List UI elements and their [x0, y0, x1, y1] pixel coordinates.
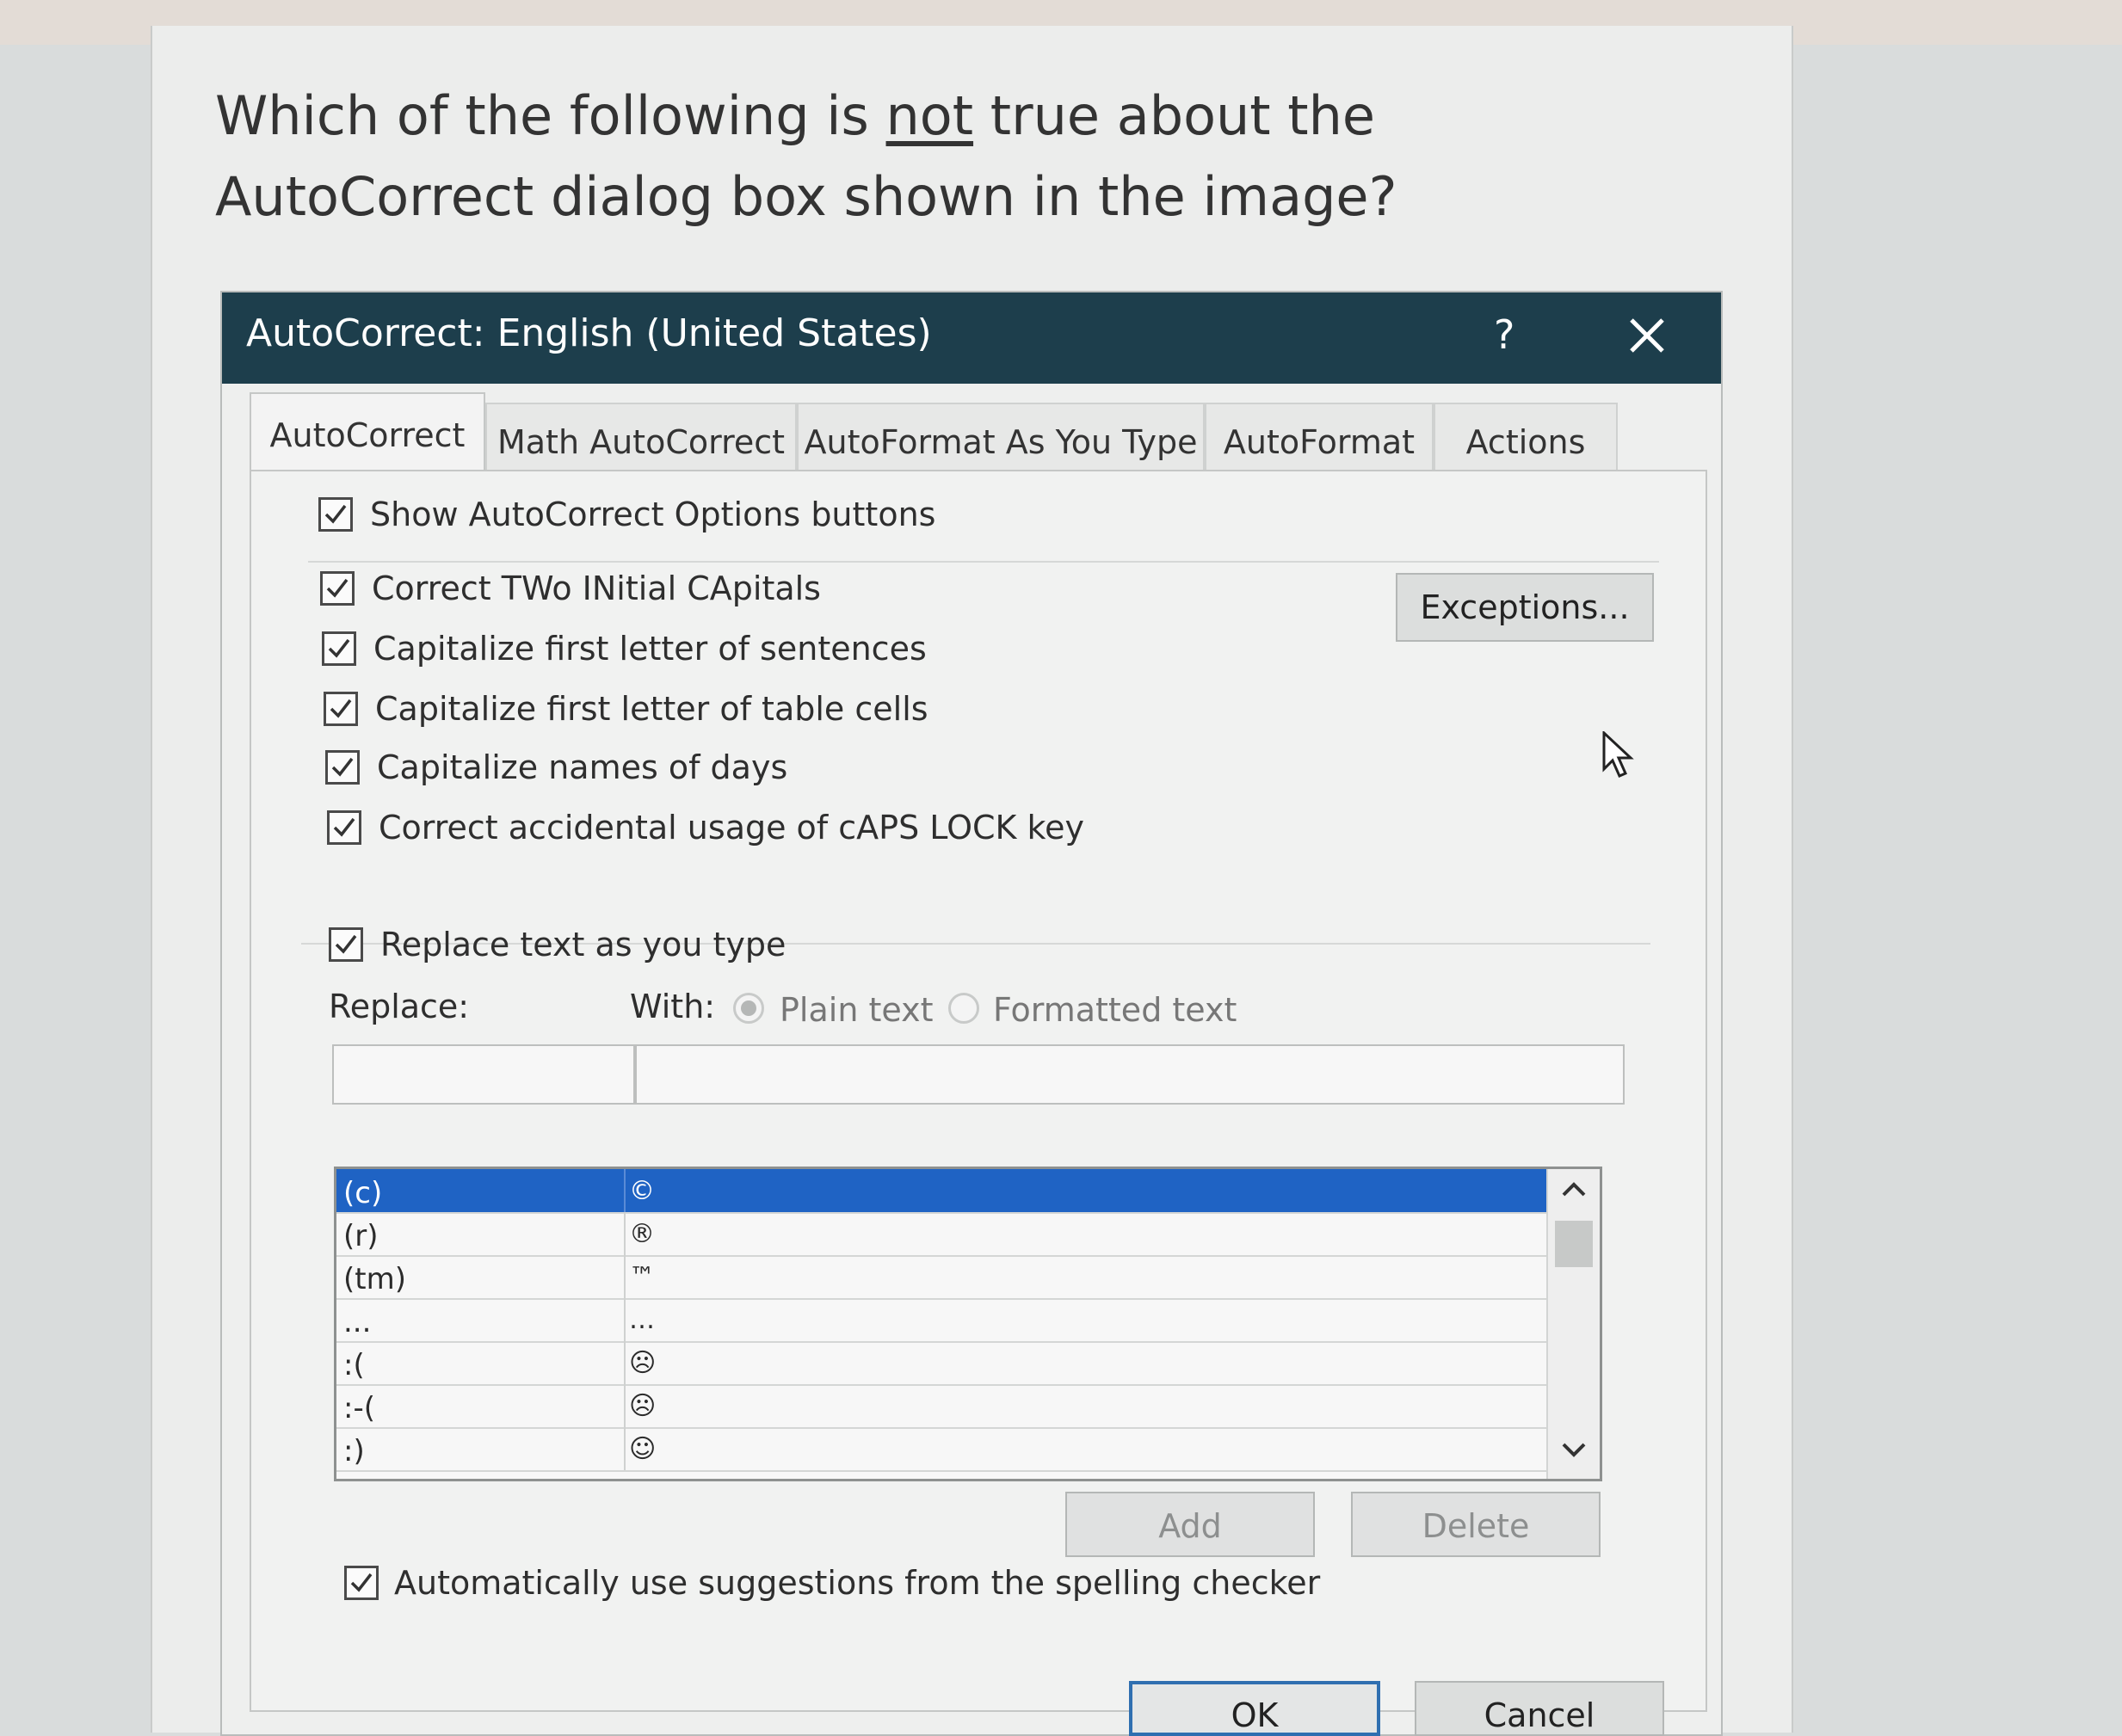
formatted-text-radio[interactable] — [948, 993, 979, 1024]
replace-cell: :-( — [343, 1391, 375, 1425]
show-options-checkbox[interactable] — [318, 497, 353, 532]
with-cell: ☹ — [629, 1391, 657, 1421]
column-divider — [624, 1212, 626, 1255]
option-label: Correct TWo INitial CApitals — [372, 569, 821, 607]
caps-lock-checkbox[interactable] — [327, 810, 361, 845]
chevron-down-icon[interactable] — [1560, 1439, 1588, 1460]
list-scrollbar[interactable] — [1546, 1169, 1600, 1479]
column-divider — [624, 1298, 626, 1341]
with-input[interactable] — [635, 1044, 1625, 1105]
replace-text-checkbox[interactable] — [329, 927, 363, 962]
tab-autocorrect[interactable]: AutoCorrect — [250, 392, 485, 473]
mouse-pointer-icon — [1601, 729, 1635, 783]
add-button[interactable]: Add — [1065, 1492, 1315, 1557]
tab-autoformat[interactable]: AutoFormat — [1205, 403, 1434, 471]
capitalize-table-cells-checkbox[interactable] — [324, 692, 358, 726]
capitalize-days-checkbox[interactable] — [325, 750, 360, 785]
scrollbar-thumb[interactable] — [1555, 1221, 1593, 1267]
replace-cell: ... — [343, 1305, 372, 1339]
column-divider — [624, 1384, 626, 1427]
tab-autoformat-as-you-type[interactable]: AutoFormat As You Type — [797, 403, 1205, 471]
option-label: Correct accidental usage of cAPS LOCK ke… — [379, 809, 1085, 846]
tab-math-autocorrect[interactable]: Math AutoCorrect — [485, 403, 797, 471]
replace-cell: :) — [343, 1434, 365, 1468]
replace-text-label: Replace text as you type — [380, 926, 786, 963]
help-button[interactable]: ? — [1494, 311, 1514, 358]
replace-label: Replace: — [329, 988, 470, 1025]
replace-cell: (c) — [343, 1176, 383, 1210]
with-cell: ™ — [629, 1262, 655, 1292]
table-row[interactable]: :( ☹ — [336, 1341, 1546, 1386]
with-cell: © — [629, 1176, 655, 1206]
with-cell: ® — [629, 1219, 655, 1249]
cancel-button[interactable]: Cancel — [1415, 1681, 1664, 1736]
divider — [308, 561, 1659, 563]
plain-text-radio[interactable] — [733, 993, 764, 1024]
replace-cell: (tm) — [343, 1262, 406, 1296]
exceptions-button[interactable]: Exceptions... — [1396, 573, 1654, 642]
column-divider — [624, 1169, 626, 1212]
with-label: With: — [630, 988, 716, 1025]
with-cell: ☹ — [629, 1348, 657, 1378]
question-part: Which of the following is — [215, 84, 886, 147]
correct-two-initial-capitals-checkbox[interactable] — [320, 571, 355, 606]
replacement-list[interactable]: (c) © (r) ® (tm) ™ ... … :( ☹ :-( ☹:) ☺ — [334, 1167, 1602, 1481]
dialog-title: AutoCorrect: English (United States) — [246, 311, 932, 355]
replace-cell: :( — [343, 1348, 365, 1382]
capitalize-sentences-checkbox[interactable] — [322, 631, 356, 666]
table-row[interactable]: (c) © — [336, 1169, 1546, 1214]
autocorrect-dialog: AutoCorrect: English (United States) ? A… — [220, 291, 1723, 1736]
tab-actions[interactable]: Actions — [1434, 403, 1618, 471]
table-row[interactable]: (tm) ™ — [336, 1255, 1546, 1300]
dialog-titlebar: AutoCorrect: English (United States) ? — [222, 292, 1721, 384]
option-label: Capitalize names of days — [377, 748, 788, 786]
spelling-suggestions-checkbox[interactable] — [344, 1566, 379, 1600]
table-row[interactable]: :) ☺ — [336, 1427, 1546, 1472]
table-row[interactable]: (r) ® — [336, 1212, 1546, 1257]
replace-input[interactable] — [332, 1044, 635, 1105]
spelling-suggestions-label: Automatically use suggestions from the s… — [394, 1564, 1321, 1602]
option-label: Capitalize first letter of table cells — [375, 690, 928, 728]
delete-button[interactable]: Delete — [1351, 1492, 1601, 1557]
table-row[interactable]: :-( ☹ — [336, 1384, 1546, 1429]
with-cell: ☺ — [629, 1434, 657, 1464]
formatted-text-label: Formatted text — [993, 991, 1237, 1029]
tab-strip: AutoCorrect Math AutoCorrect AutoFormat … — [250, 392, 1661, 473]
question-emphasis: not — [885, 84, 974, 147]
replace-cell: (r) — [343, 1219, 379, 1253]
with-cell: … — [629, 1305, 655, 1335]
close-icon[interactable] — [1618, 301, 1678, 370]
chevron-up-icon[interactable] — [1560, 1179, 1588, 1200]
column-divider — [624, 1341, 626, 1384]
column-divider — [624, 1255, 626, 1298]
option-label: Capitalize first letter of sentences — [373, 630, 927, 668]
ok-button[interactable]: OK — [1129, 1681, 1380, 1736]
question-text: Which of the following is not true about… — [215, 76, 1695, 237]
table-row[interactable]: ... … — [336, 1298, 1546, 1343]
show-options-label: Show AutoCorrect Options buttons — [370, 496, 936, 533]
column-divider — [624, 1427, 626, 1470]
plain-text-label: Plain text — [780, 991, 934, 1029]
